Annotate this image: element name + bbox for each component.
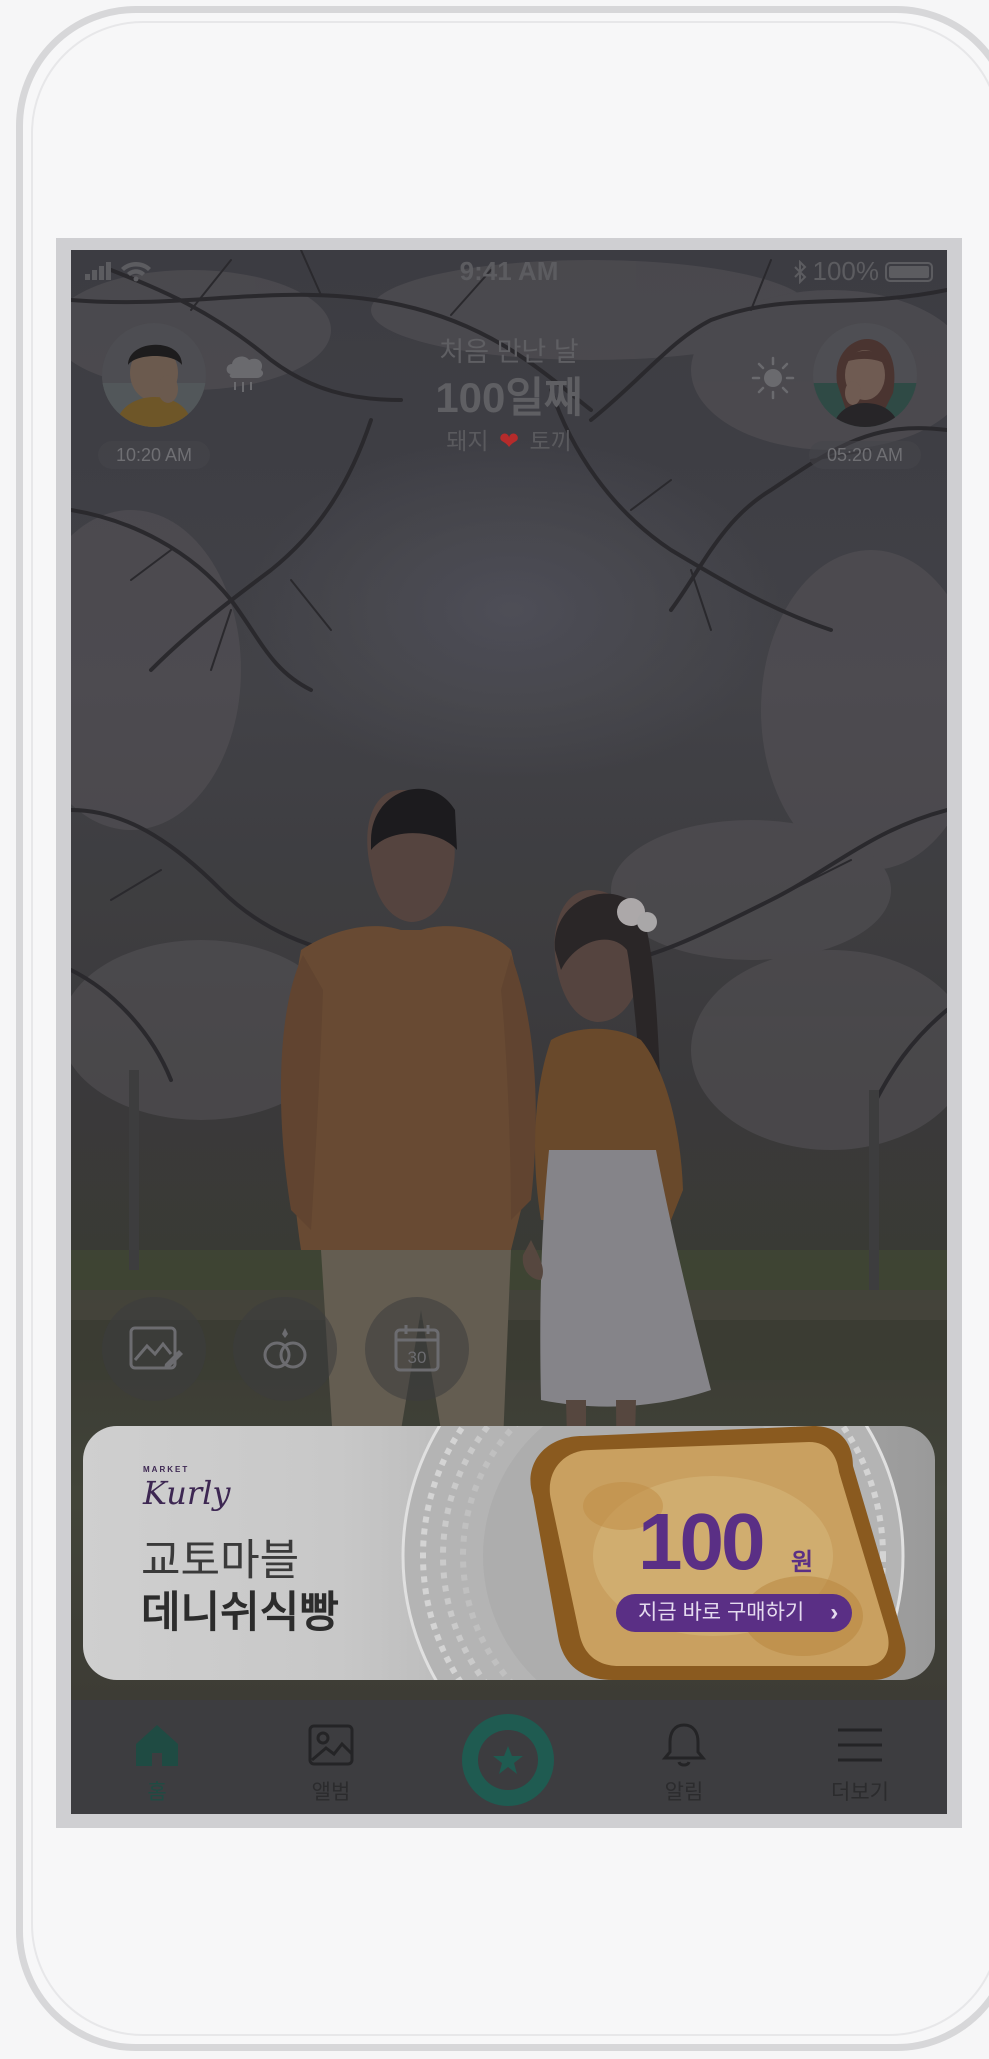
center-fab-inner — [478, 1730, 538, 1790]
tab-album[interactable]: 앨범 — [271, 1700, 391, 1814]
ad-currency: 원 — [791, 1549, 814, 1576]
battery-percent: 100% — [812, 256, 880, 286]
sun-icon — [751, 356, 795, 405]
profile-avatar-right[interactable] — [813, 323, 917, 427]
bluetooth-icon — [793, 259, 806, 284]
edit-photo-button[interactable] — [102, 1297, 206, 1401]
ad-brand-small: MARKET — [143, 1465, 190, 1474]
image-icon — [308, 1724, 354, 1766]
edit-photo-icon — [129, 1326, 183, 1370]
profile-time-right: 05:20 AM — [809, 441, 921, 469]
tab-album-label: 앨범 — [311, 1781, 351, 1804]
status-bar: 9:41 AM 100% — [71, 250, 947, 294]
status-right: 100% — [793, 256, 933, 287]
ad-product-line2: 데니쉬식빵 — [141, 1589, 339, 1637]
calendar-icon: 30 — [394, 1325, 440, 1372]
ad-cta-label: 지금 바로 구매하기 — [638, 1601, 805, 1624]
battery-fill — [889, 265, 929, 278]
center-action-button[interactable] — [462, 1714, 554, 1806]
calendar-button[interactable]: 30 — [365, 1297, 469, 1401]
menu-icon — [838, 1728, 882, 1762]
name-left: 돼지 — [446, 428, 489, 454]
star-icon — [493, 1746, 523, 1774]
tab-alert-label: 알림 — [664, 1781, 704, 1804]
avatar-photo — [813, 323, 917, 427]
tab-more[interactable]: 더보기 — [800, 1700, 920, 1814]
ad-price: 100 — [638, 1497, 765, 1586]
bell-icon — [661, 1723, 707, 1767]
name-right: 토끼 — [529, 428, 572, 454]
rings-icon — [263, 1328, 307, 1369]
tab-more-label: 더보기 — [831, 1781, 889, 1804]
ad-banner[interactable]: MARKET Kurly 교토마블 데니쉬식빵 100 원 지금 바로 구매하기… — [83, 1426, 935, 1680]
anniversary-button[interactable] — [233, 1297, 337, 1401]
calendar-day: 30 — [408, 1348, 427, 1367]
battery-icon — [885, 261, 933, 282]
heart-icon: ❤ — [498, 428, 520, 455]
ad-buy-now-button[interactable]: 지금 바로 구매하기 › — [616, 1594, 853, 1632]
app-screen: 9:41 AM 100% 10:20 AM 처음 만난 날 100일째 돼지 ❤… — [71, 250, 947, 1814]
tab-alert[interactable]: 알림 — [624, 1700, 744, 1814]
tab-home-label: 홈 — [147, 1781, 167, 1804]
tab-home[interactable]: 홈 — [97, 1700, 217, 1814]
ad-brand-logo: Kurly — [143, 1474, 231, 1512]
chevron-right-icon: › — [830, 1599, 839, 1626]
home-icon — [136, 1725, 178, 1766]
